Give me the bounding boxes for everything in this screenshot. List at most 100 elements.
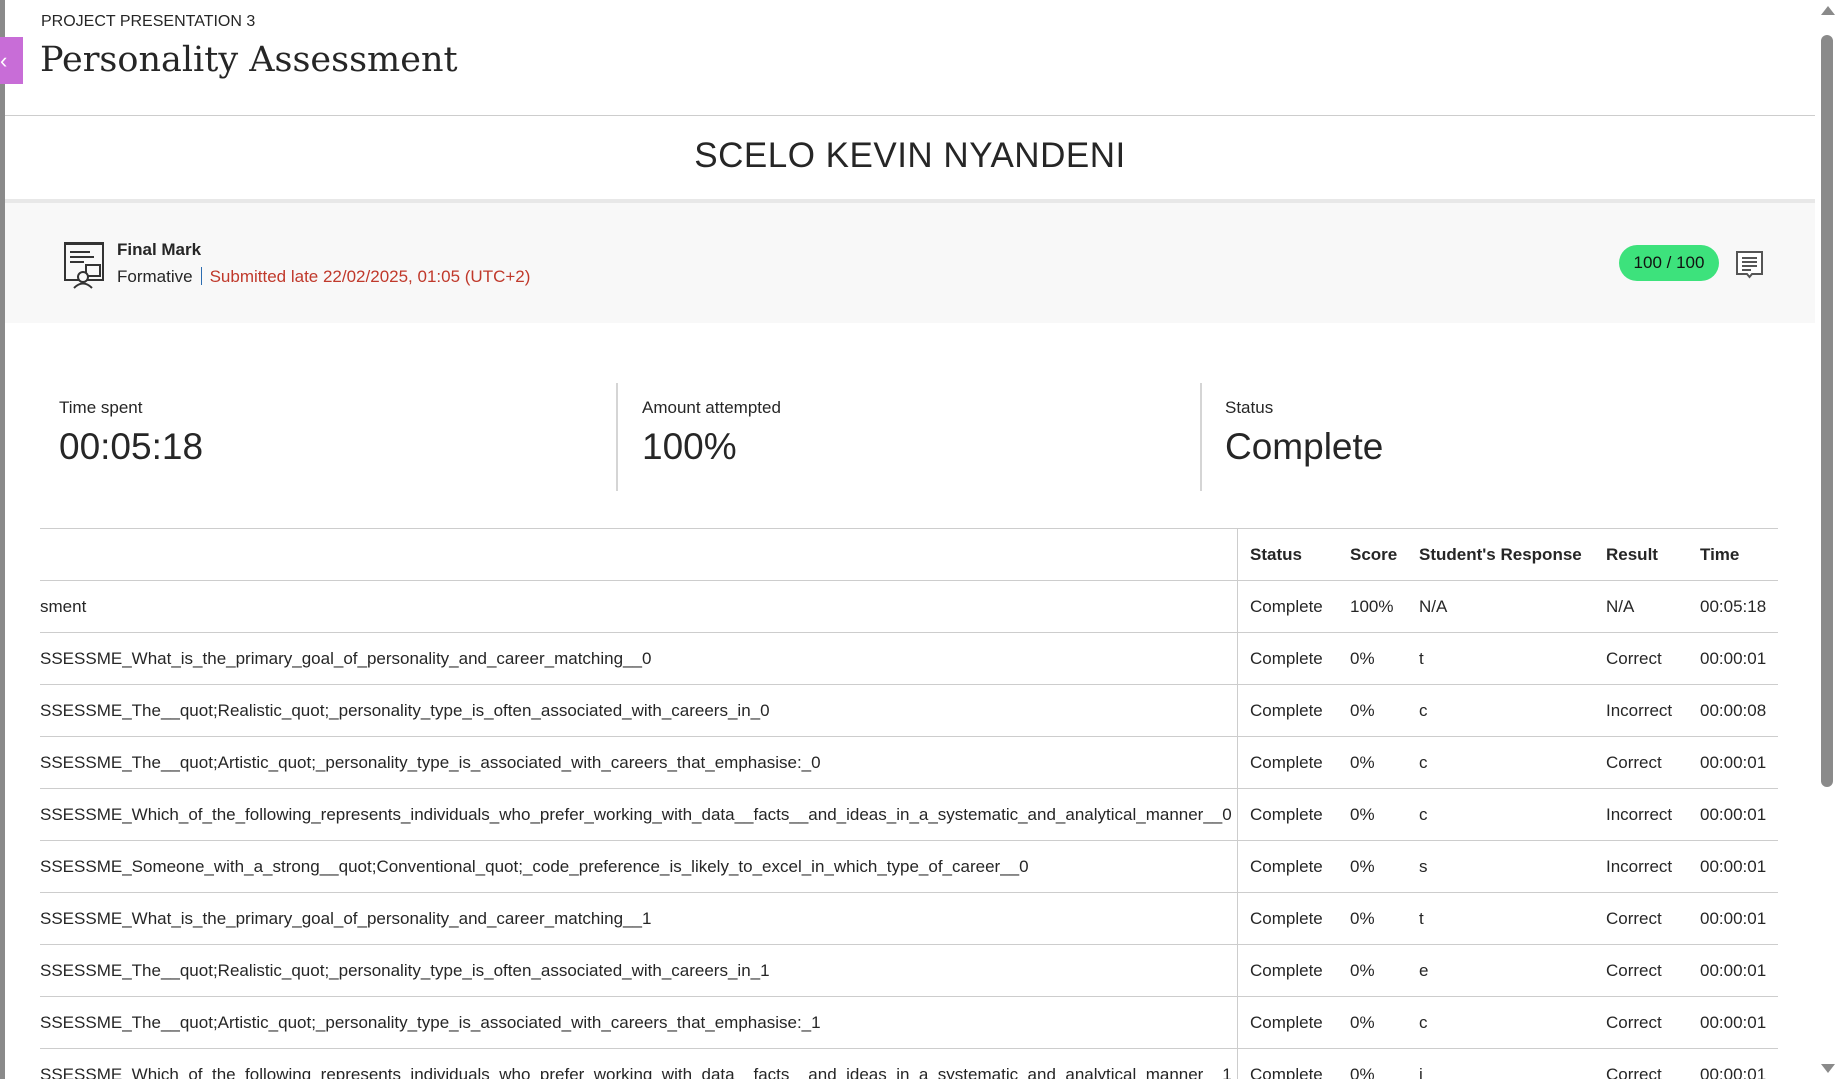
cell-result: Correct [1606, 753, 1662, 772]
cell-score: 0% [1350, 753, 1375, 772]
scroll-down-arrow-icon[interactable] [1821, 1064, 1835, 1073]
header-response[interactable]: Student's Response [1419, 529, 1582, 581]
cell-status: Complete [1250, 1013, 1323, 1032]
cell-score: 0% [1350, 1013, 1375, 1032]
cell-status: Complete [1250, 597, 1323, 616]
column-divider [1237, 945, 1238, 996]
column-divider [1237, 685, 1238, 736]
cell-response: N/A [1419, 597, 1448, 616]
assessment-type: Formative [117, 267, 193, 286]
chevron-left-icon: ‹ [0, 48, 8, 73]
stat-label: Time spent [59, 398, 143, 417]
cell-score: 0% [1350, 857, 1375, 876]
cell-score: 0% [1350, 701, 1375, 720]
cell-score: 0% [1350, 961, 1375, 980]
table-row: SSESSME_The__quot;Realistic_quot;_person… [40, 945, 1778, 997]
cell-time: 00:00:01 [1700, 1013, 1767, 1032]
column-divider [1237, 997, 1238, 1048]
column-divider [1237, 841, 1238, 892]
header-score[interactable]: Score [1350, 529, 1397, 581]
cell-time: 00:00:01 [1700, 909, 1767, 928]
feedback-comment-icon[interactable] [1735, 250, 1765, 280]
cell-question: SSESSME_Which_of_the_following_represent… [40, 805, 1232, 824]
cell-question: SSESSME_What_is_the_primary_goal_of_pers… [40, 909, 652, 928]
cell-status: Complete [1250, 1065, 1323, 1079]
cell-status: Complete [1250, 753, 1323, 772]
divider [616, 383, 618, 491]
back-button[interactable]: ‹ [0, 37, 23, 84]
score-badge: 100 / 100 [1619, 245, 1719, 281]
cell-response: s [1419, 857, 1428, 876]
scrollbar-thumb[interactable] [1821, 35, 1833, 787]
cell-time: 00:00:01 [1700, 1065, 1767, 1079]
table-row: SSESSME_What_is_the_primary_goal_of_pers… [40, 893, 1778, 945]
separator [200, 267, 202, 285]
column-divider [1237, 789, 1238, 840]
scroll-up-arrow-icon[interactable] [1821, 6, 1835, 15]
cell-time: 00:00:01 [1700, 961, 1767, 980]
stat-value: 100% [642, 426, 737, 467]
submission-status: Submitted late 22/02/2025, 01:05 (UTC+2) [209, 267, 531, 286]
cell-result: N/A [1606, 597, 1635, 616]
stat-value: 00:05:18 [59, 426, 204, 467]
cell-result: Correct [1606, 1065, 1662, 1079]
column-divider [1237, 581, 1238, 632]
cell-response: c [1419, 701, 1428, 720]
table-row: SSESSME_The__quot;Artistic_quot;_persona… [40, 997, 1778, 1049]
cell-time: 00:00:01 [1700, 649, 1767, 668]
cell-response: c [1419, 1013, 1428, 1032]
stat-value: Complete [1225, 426, 1384, 467]
cell-result: Correct [1606, 1013, 1662, 1032]
cell-question: SSESSME_What_is_the_primary_goal_of_pers… [40, 649, 652, 668]
table-row: SSESSME_Someone_with_a_strong__quot;Conv… [40, 841, 1778, 893]
cell-status: Complete [1250, 909, 1323, 928]
cell-time: 00:00:08 [1700, 701, 1767, 720]
scrollbar[interactable] [1819, 0, 1837, 1079]
cell-result: Correct [1606, 909, 1662, 928]
header-time[interactable]: Time [1700, 529, 1739, 581]
cell-response: c [1419, 753, 1428, 772]
divider [5, 115, 1815, 116]
cell-result: Correct [1606, 961, 1662, 980]
cell-score: 0% [1350, 1065, 1375, 1079]
column-divider [1237, 737, 1238, 788]
cell-response: e [1419, 961, 1429, 980]
stat-label: Amount attempted [642, 398, 781, 417]
header-result[interactable]: Result [1606, 529, 1658, 581]
cell-status: Complete [1250, 805, 1323, 824]
presentation-icon [64, 242, 104, 289]
cell-score: 0% [1350, 649, 1375, 668]
cell-response: t [1419, 649, 1424, 668]
page-title: Personality Assessment [40, 40, 458, 80]
cell-time: 00:05:18 [1700, 597, 1767, 616]
cell-question: SSESSME_Someone_with_a_strong__quot;Conv… [40, 857, 1029, 876]
cell-score: 100% [1350, 597, 1394, 616]
column-divider [1237, 529, 1238, 580]
final-mark-panel: Final Mark Formative Submitted late 22/02… [5, 199, 1815, 323]
cell-question: SSESSME_The__quot;Artistic_quot;_persona… [40, 1013, 821, 1032]
cell-question: SSESSME_Which_of_the_following_represent… [40, 1065, 1232, 1079]
header-status[interactable]: Status [1250, 529, 1302, 581]
table-row: SSESSME_Which_of_the_following_represent… [40, 1049, 1778, 1079]
final-mark-details: Formative Submitted late 22/02/2025, 01:0… [117, 267, 530, 287]
table-row: SSESSME_The__quot;Realistic_quot;_person… [40, 685, 1778, 737]
column-divider [1237, 633, 1238, 684]
cell-question: sment [40, 597, 87, 616]
cell-result: Incorrect [1606, 857, 1673, 876]
cell-time: 00:00:01 [1700, 753, 1767, 772]
column-divider [1237, 1049, 1238, 1079]
attempt-table: Status Score Student's Response Result T… [40, 528, 1778, 1079]
cell-question: SSESSME_The__quot;Realistic_quot;_person… [40, 701, 770, 720]
cell-result: Incorrect [1606, 805, 1673, 824]
final-mark-label: Final Mark [117, 240, 202, 259]
cell-status: Complete [1250, 701, 1323, 720]
cell-response: t [1419, 909, 1424, 928]
breadcrumb: PROJECT PRESENTATION 3 [41, 13, 256, 30]
cell-response: i [1419, 1065, 1423, 1079]
table-row: sment Complete 100% N/A N/A 00:05:18 [40, 581, 1778, 633]
cell-result: Correct [1606, 649, 1662, 668]
page: ‹ PROJECT PRESENTATION 3 Personality Ass… [0, 0, 1837, 1079]
cell-question: SSESSME_The__quot;Realistic_quot;_person… [40, 961, 770, 980]
cell-question: SSESSME_The__quot;Artistic_quot;_persona… [40, 753, 821, 772]
cell-time: 00:00:01 [1700, 805, 1767, 824]
